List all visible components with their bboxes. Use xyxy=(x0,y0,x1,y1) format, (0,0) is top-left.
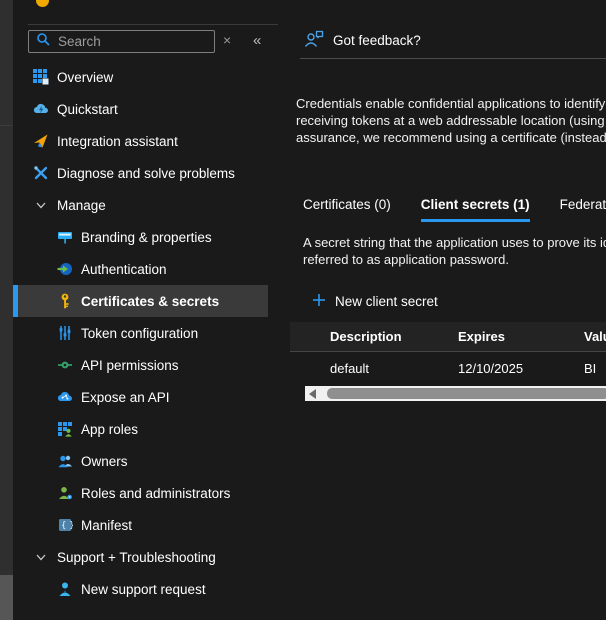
authentication-icon xyxy=(57,261,73,277)
sidebar-item-label: API permissions xyxy=(81,358,179,373)
search-placeholder: Search xyxy=(58,34,101,49)
horizontal-scrollbar[interactable] xyxy=(305,386,606,401)
sidebar-collapse-icon[interactable]: « xyxy=(253,32,261,49)
app-roles-icon xyxy=(57,421,73,437)
got-feedback-button[interactable]: Got feedback? xyxy=(304,30,421,51)
sidebar-item-label: Overview xyxy=(57,70,113,85)
branding-icon xyxy=(57,229,73,245)
key-icon xyxy=(57,293,73,309)
new-client-secret-label: New client secret xyxy=(335,294,438,309)
feedback-icon xyxy=(304,30,324,51)
sidebar-item-token-configuration[interactable]: Token configuration xyxy=(13,317,268,349)
sidebar-item-manifest[interactable]: { } Manifest xyxy=(13,509,268,541)
tab-federated-credentials[interactable]: Federated credentials xyxy=(560,197,606,222)
sidebar-item-integration-assistant[interactable]: Integration assistant xyxy=(13,125,268,157)
sidebar-group-label: Manage xyxy=(57,198,106,213)
sidebar-item-new-support-request[interactable]: New support request xyxy=(13,573,268,605)
sidebar-item-label: New support request xyxy=(81,582,206,597)
sidebar-item-expose-api[interactable]: Expose an API xyxy=(13,381,268,413)
sidebar-nav: Overview Quickstart Integration assistan… xyxy=(13,61,268,605)
scrollbar-thumb[interactable] xyxy=(327,388,606,399)
sidebar-item-label: Expose an API xyxy=(81,390,170,405)
sidebar-item-label: Branding & properties xyxy=(81,230,212,245)
sidebar-item-label: Quickstart xyxy=(57,102,118,117)
column-header-description[interactable]: Description xyxy=(290,329,458,344)
cell-value: BI xyxy=(584,361,606,376)
plus-icon xyxy=(312,293,326,310)
quickstart-icon xyxy=(33,101,49,117)
sidebar-top-divider xyxy=(28,24,278,25)
credential-tabs: Certificates (0) Client secrets (1) Fede… xyxy=(303,197,606,222)
sidebar-item-label: Roles and administrators xyxy=(81,486,230,501)
sidebar-group-label: Support + Troubleshooting xyxy=(57,550,216,565)
sidebar-item-quickstart[interactable]: Quickstart xyxy=(13,93,268,125)
left-rail xyxy=(0,0,13,620)
tab-client-secrets[interactable]: Client secrets (1) xyxy=(421,197,530,222)
sidebar-item-label: Authentication xyxy=(81,262,167,277)
diagnose-icon xyxy=(33,165,49,181)
cell-description: default xyxy=(290,361,458,376)
intro-line: Credentials enable confidential applicat… xyxy=(296,95,606,112)
expose-api-icon xyxy=(57,389,73,405)
column-header-expires[interactable]: Expires xyxy=(458,329,584,344)
manifest-icon: { } xyxy=(57,517,73,533)
sidebar-item-label: Diagnose and solve problems xyxy=(57,166,235,181)
got-feedback-label: Got feedback? xyxy=(333,33,421,48)
sidebar-group-manage[interactable]: Manage xyxy=(13,189,268,221)
sidebar-item-label: Token configuration xyxy=(81,326,198,341)
sidebar-item-api-permissions[interactable]: API permissions xyxy=(13,349,268,381)
intro-line: assurance, we recommend using a certific… xyxy=(296,129,606,146)
search-input[interactable]: Search xyxy=(28,30,215,53)
sidebar-group-support-troubleshooting[interactable]: Support + Troubleshooting xyxy=(13,541,268,573)
sidebar-item-label: Integration assistant xyxy=(57,134,178,149)
rail-scrollbar-thumb[interactable] xyxy=(0,575,13,620)
search-icon xyxy=(36,32,51,52)
api-permissions-icon xyxy=(57,357,73,373)
overview-icon xyxy=(33,69,49,85)
sidebar-item-label: App roles xyxy=(81,422,138,437)
scroll-left-arrow-icon[interactable] xyxy=(309,389,316,399)
sidebar-item-diagnose[interactable]: Diagnose and solve problems xyxy=(13,157,268,189)
sidebar-item-label: Manifest xyxy=(81,518,132,533)
tab-certificates[interactable]: Certificates (0) xyxy=(303,197,391,222)
intro-line: receiving tokens at a web addressable lo… xyxy=(296,112,606,129)
integration-assistant-icon xyxy=(33,133,49,149)
desc-line: A secret string that the application use… xyxy=(303,234,606,251)
chevron-down-icon xyxy=(33,197,49,213)
sidebar-item-label: Certificates & secrets xyxy=(81,294,219,309)
credentials-intro-text: Credentials enable confidential applicat… xyxy=(296,95,606,146)
sidebar-item-label: Owners xyxy=(81,454,128,469)
cell-expires: 12/10/2025 xyxy=(458,361,584,376)
table-header-row: Description Expires Value xyxy=(290,322,606,352)
sidebar-item-owners[interactable]: Owners xyxy=(13,445,268,477)
roles-admins-icon xyxy=(57,485,73,501)
new-client-secret-button[interactable]: New client secret xyxy=(312,293,438,310)
svg-text:{ }: { } xyxy=(61,521,73,531)
blade-sidebar: Search × « Overview Quickstart I xyxy=(13,0,290,620)
sidebar-item-certificates-secrets[interactable]: Certificates & secrets xyxy=(13,285,268,317)
sidebar-item-branding[interactable]: Branding & properties xyxy=(13,221,268,253)
desc-line: referred to as application password. xyxy=(303,251,606,268)
rail-divider xyxy=(0,125,13,126)
token-configuration-icon xyxy=(57,325,73,341)
owners-icon xyxy=(57,453,73,469)
table-row[interactable]: default 12/10/2025 BI xyxy=(290,352,606,385)
azure-app-registration-blade: Search × « Overview Quickstart I xyxy=(0,0,606,620)
sidebar-item-app-roles[interactable]: App roles xyxy=(13,413,268,445)
sidebar-item-overview[interactable]: Overview xyxy=(13,61,268,93)
support-request-icon xyxy=(57,581,73,597)
client-secrets-table: Description Expires Value default 12/10/… xyxy=(290,322,606,385)
search-clear-icon[interactable]: × xyxy=(223,32,231,48)
client-secret-description: A secret string that the application use… xyxy=(303,234,606,268)
sidebar-item-roles-administrators[interactable]: Roles and administrators xyxy=(13,477,268,509)
chevron-down-icon xyxy=(33,549,49,565)
toolbar-divider xyxy=(300,58,606,59)
sidebar-item-authentication[interactable]: Authentication xyxy=(13,253,268,285)
column-header-value[interactable]: Value xyxy=(584,329,606,344)
main-content: Got feedback? Credentials enable confide… xyxy=(290,0,606,620)
